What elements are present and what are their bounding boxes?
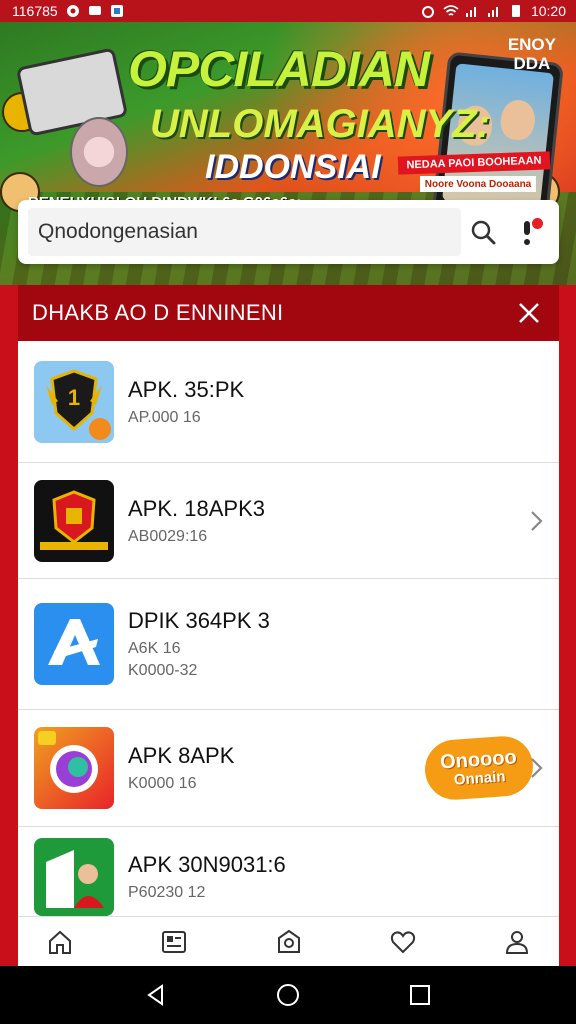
- app-notification-icon: [110, 4, 124, 18]
- item-subtitle: P60230 12: [128, 884, 206, 901]
- wifi-icon: [443, 4, 459, 18]
- item-text: APK 8APK K0000 16: [128, 743, 234, 793]
- app-list: 1 APK. 35:PK AP.000 16 APK. 18APK3 AB002…: [18, 341, 559, 916]
- list-item[interactable]: 1 APK. 35:PK AP.000 16: [18, 341, 559, 463]
- item-subtitle: A6K 16: [128, 640, 181, 657]
- signal-icon: [465, 4, 479, 18]
- list-item[interactable]: DPIK 364PK 3 A6K 16 K0000-32: [18, 579, 559, 710]
- status-left-text: 116785: [12, 3, 58, 19]
- search-input[interactable]: [28, 208, 461, 256]
- panel-header: DHAKB AO D ENNINENI: [18, 285, 559, 341]
- bottom-nav: [18, 916, 559, 966]
- home-system-button[interactable]: [268, 975, 308, 1015]
- item-text: APK 30N9031:6 P60230 12: [128, 852, 286, 902]
- item-text: APK. 18APK3 AB0029:16: [128, 496, 265, 546]
- app-person-icon: [34, 838, 114, 916]
- list-item[interactable]: APK. 18APK3 AB0029:16: [18, 463, 559, 579]
- nav-favorites-button[interactable]: [381, 920, 425, 964]
- status-bar: 116785 10:20: [0, 0, 576, 22]
- item-name: APK. 35:PK: [128, 376, 245, 402]
- item-name: DPIK 364PK 3: [128, 608, 270, 633]
- status-right: 10:20: [421, 3, 566, 19]
- banner-roll-illustration: [70, 117, 128, 187]
- item-subtitle: K0000 16: [128, 775, 197, 792]
- face-illustration: [498, 98, 537, 142]
- voice-search-button[interactable]: [505, 210, 549, 254]
- app-badge-icon: [34, 479, 114, 562]
- nav-news-button[interactable]: [152, 920, 196, 964]
- banner-brand-line-1: ENOY: [507, 35, 556, 54]
- item-subtitle: AB0029:16: [128, 527, 208, 545]
- item-text: DPIK 364PK 3 A6K 16 K0000-32: [128, 608, 270, 680]
- alarm-icon: [421, 4, 435, 18]
- signal-2-icon: [487, 4, 501, 18]
- app-letter-icon: [34, 603, 114, 685]
- square-recents-icon: [410, 985, 430, 1005]
- banner-brand: ENOY DDA: [507, 35, 556, 73]
- status-left: 116785: [12, 3, 124, 19]
- system-nav-bar: [0, 966, 576, 1024]
- panel-title: DHAKB AO D ENNINENI: [32, 300, 284, 325]
- status-time: 10:20: [530, 3, 566, 19]
- banner-subtitle-2: IDDONSIAI: [205, 148, 381, 186]
- back-button[interactable]: [136, 975, 176, 1015]
- search-bar: [18, 200, 559, 264]
- item-subtitle-2: K0000-32: [128, 662, 198, 679]
- recents-button[interactable]: [400, 975, 440, 1015]
- heart-icon: [390, 930, 415, 953]
- svg-text:1: 1: [68, 385, 80, 410]
- item-name: APK. 18APK3: [128, 495, 265, 521]
- list-item[interactable]: APK 8APK K0000 16 Onoooo Onnain: [18, 710, 559, 827]
- banner-title: OPCILADIAN: [128, 41, 430, 97]
- chevron-right-icon: [531, 758, 543, 778]
- message-icon: [88, 4, 102, 18]
- circle-home-icon: [277, 984, 299, 1006]
- back-icon: [147, 984, 163, 1006]
- search-icon: [471, 220, 496, 245]
- nav-profile-button[interactable]: [495, 920, 539, 964]
- app-shield-icon: 1: [34, 360, 114, 443]
- close-button[interactable]: [513, 297, 545, 329]
- profile-icon: [505, 930, 529, 954]
- nav-home-button[interactable]: [38, 920, 82, 964]
- battery-icon: [509, 4, 523, 18]
- chevron-right-icon: [531, 510, 543, 531]
- item-subtitle: AP.000 16: [128, 408, 201, 426]
- item-name: APK 8APK: [128, 743, 235, 768]
- notification-icon: [66, 4, 80, 18]
- nav-apps-button[interactable]: [267, 920, 311, 964]
- banner-subtitle: UNLOMAGIANYZ:: [150, 102, 490, 146]
- promo-badge[interactable]: Onoooo Onnain: [423, 734, 535, 802]
- home-icon: [49, 930, 71, 954]
- close-icon: [519, 303, 539, 323]
- item-name: APK 30N9031:6: [128, 852, 286, 877]
- banner-phone-badge-2: Noore Voona Dooaana: [420, 176, 536, 192]
- app-circle-icon: [34, 727, 114, 809]
- apps-icon: [277, 929, 300, 953]
- item-text: APK. 35:PK AP.000 16: [128, 377, 244, 427]
- promo-badge-line-2: Onnain: [453, 767, 507, 789]
- search-button[interactable]: [461, 210, 505, 254]
- banner-brand-line-2: DDA: [513, 53, 551, 73]
- list-item[interactable]: APK 30N9031:6 P60230 12: [18, 827, 559, 916]
- news-icon: [162, 930, 187, 953]
- mic-notification-dot: [532, 218, 543, 229]
